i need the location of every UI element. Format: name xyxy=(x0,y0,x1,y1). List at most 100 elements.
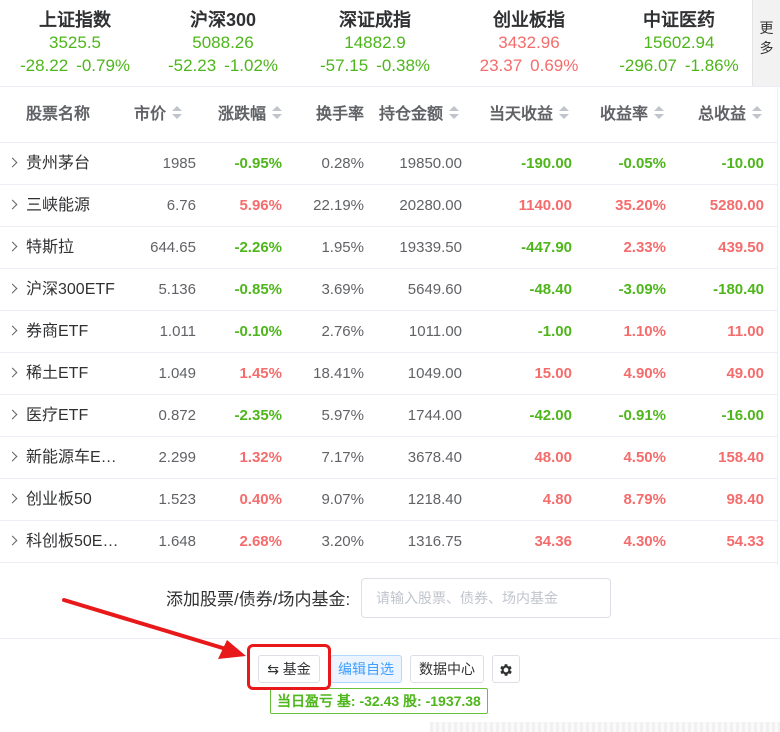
cell-turnover: 0.28% xyxy=(321,155,364,172)
sort-icon[interactable] xyxy=(559,105,570,121)
table-row[interactable]: 医疗ETF 0.872 -2.35% 5.97% 1744.00 -42.00 -0.91%… xyxy=(0,395,778,437)
header-holding[interactable]: 持仓金额 xyxy=(379,87,460,143)
header-change[interactable]: 涨跌幅 xyxy=(218,87,283,143)
table-row[interactable]: 创业板50 1.523 0.40% 9.07% 1218.40 4.80 8.79% 98.4… xyxy=(0,479,778,521)
cell-rate: 4.90% xyxy=(623,365,666,382)
cell-turnover: 2.76% xyxy=(321,323,364,340)
index-card-2[interactable]: 深证成指 14882.9 -57.15 -0.38% xyxy=(300,8,450,78)
cell-name: 特斯拉 xyxy=(26,239,75,256)
sort-icon[interactable] xyxy=(752,105,763,121)
cell-change: 0.40% xyxy=(239,491,282,508)
cell-name: 科创板50E… xyxy=(26,533,119,550)
add-stock-input[interactable] xyxy=(361,578,611,618)
cell-change: -0.10% xyxy=(234,323,282,340)
cell-total: 49.00 xyxy=(726,365,764,382)
sort-icon[interactable] xyxy=(449,105,460,121)
cell-name: 沪深300ETF xyxy=(26,281,115,298)
index-name: 创业板指 xyxy=(493,10,565,30)
header-price[interactable]: 市价 xyxy=(134,87,183,143)
settings-button[interactable] xyxy=(492,655,520,683)
sort-icon[interactable] xyxy=(654,105,665,121)
cell-name: 三峡能源 xyxy=(26,197,91,214)
cell-today: 34.36 xyxy=(534,533,572,550)
chevron-right-icon[interactable] xyxy=(7,325,18,336)
cell-holding: 20280.00 xyxy=(399,197,462,214)
table-row[interactable]: 新能源车E… 2.299 1.32% 7.17% 3678.40 48.00 4.50% 15… xyxy=(0,437,778,479)
table-row[interactable]: 沪深300ETF 5.136 -0.85% 3.69% 5649.60 -48.40 -3.… xyxy=(0,269,778,311)
header-name: 股票名称 xyxy=(26,106,91,123)
table-row[interactable]: 贵州茅台 1985 -0.95% 0.28% 19850.00 -190.00 -0.05%… xyxy=(0,143,778,185)
index-card-3[interactable]: 创业板指 3432.96 23.37 0.69% xyxy=(454,8,604,78)
cell-name: 券商ETF xyxy=(26,323,89,340)
sort-icon[interactable] xyxy=(172,105,183,121)
cell-price: 1.523 xyxy=(158,491,196,508)
add-stock-area: 添加股票/债券/场内基金: xyxy=(0,566,778,638)
chevron-right-icon[interactable] xyxy=(7,199,18,210)
edit-watchlist-button[interactable]: 编辑自选 xyxy=(330,655,402,683)
cell-total: 54.33 xyxy=(726,533,764,550)
cell-change: 1.32% xyxy=(239,449,282,466)
cell-total: 98.40 xyxy=(726,491,764,508)
cell-holding: 1049.00 xyxy=(407,365,462,382)
index-change: -52.23 -1.02% xyxy=(167,56,279,75)
chevron-right-icon[interactable] xyxy=(7,409,18,420)
header-today[interactable]: 当天收益 xyxy=(489,87,570,143)
header-rate[interactable]: 收益率 xyxy=(600,87,665,143)
index-card-1[interactable]: 沪深300 5088.26 -52.23 -1.02% xyxy=(148,8,298,78)
cell-total: -180.40 xyxy=(713,281,764,298)
cell-rate: 2.33% xyxy=(623,239,666,256)
cell-name: 创业板50 xyxy=(26,491,92,508)
cell-turnover: 7.17% xyxy=(321,449,364,466)
table-row[interactable]: 科创板50E… 1.648 2.68% 3.20% 1316.75 34.36 4.30% 5… xyxy=(0,521,778,563)
header-turnover: 换手率 xyxy=(316,106,365,123)
cell-rate: -0.05% xyxy=(618,155,666,172)
chevron-right-icon[interactable] xyxy=(7,451,18,462)
table-header: 股票名称 市价 涨跌幅 换手率 持仓金额 当天收益 收益率 总收益 xyxy=(0,87,778,143)
chevron-right-icon[interactable] xyxy=(7,493,18,504)
cell-holding: 1011.00 xyxy=(408,323,462,340)
cell-name: 稀土ETF xyxy=(26,365,89,382)
switch-fund-button[interactable]: ⇆ 基金 xyxy=(258,655,320,683)
more-button[interactable]: 更多 xyxy=(752,0,780,86)
cell-name: 贵州茅台 xyxy=(26,155,91,172)
cell-rate: 35.20% xyxy=(615,197,666,214)
table-row[interactable]: 券商ETF 1.011 -0.10% 2.76% 1011.00 -1.00 1.10% 11… xyxy=(0,311,778,353)
chevron-right-icon[interactable] xyxy=(7,157,18,168)
cell-today: -190.00 xyxy=(521,155,572,172)
cell-price: 0.872 xyxy=(158,407,196,424)
index-price: 3432.96 xyxy=(498,33,560,52)
cell-rate: -3.09% xyxy=(618,281,666,298)
table-row[interactable]: 三峡能源 6.76 5.96% 22.19% 20280.00 1140.00 35.20%… xyxy=(0,185,778,227)
cell-price: 644.65 xyxy=(150,239,196,256)
cell-change: -2.35% xyxy=(234,407,282,424)
table-row[interactable]: 稀土ETF 1.049 1.45% 18.41% 1049.00 15.00 4.90% 49… xyxy=(0,353,778,395)
index-card-4[interactable]: 中证医药 15602.94 -296.07 -1.86% xyxy=(604,8,754,78)
cell-price: 5.136 xyxy=(158,281,196,298)
index-strip: 上证指数 3525.5 -28.22 -0.79% 沪深300 5088.26 -… xyxy=(0,0,752,86)
cell-today: -447.90 xyxy=(521,239,572,256)
chevron-right-icon[interactable] xyxy=(7,241,18,252)
cell-today: -48.40 xyxy=(529,281,572,298)
index-change: -57.15 -0.38% xyxy=(319,56,431,75)
header-total[interactable]: 总收益 xyxy=(698,87,763,143)
cell-price: 1.011 xyxy=(159,323,196,340)
cell-rate: 4.50% xyxy=(623,449,666,466)
divider xyxy=(0,638,780,639)
cell-rate: 4.30% xyxy=(623,533,666,550)
chevron-right-icon[interactable] xyxy=(7,367,18,378)
sort-icon[interactable] xyxy=(272,105,283,121)
index-name: 上证指数 xyxy=(39,10,111,30)
chevron-right-icon[interactable] xyxy=(7,283,18,294)
chevron-right-icon[interactable] xyxy=(7,535,18,546)
table-row[interactable]: 特斯拉 644.65 -2.26% 1.95% 19339.50 -447.90 2.33%… xyxy=(0,227,778,269)
cell-holding: 19339.50 xyxy=(399,239,462,256)
cell-turnover: 3.69% xyxy=(321,281,364,298)
index-card-0[interactable]: 上证指数 3525.5 -28.22 -0.79% xyxy=(0,8,150,78)
cell-price: 2.299 xyxy=(158,449,196,466)
cell-name: 新能源车E… xyxy=(26,449,117,466)
index-price: 5088.26 xyxy=(192,33,254,52)
cell-today: 15.00 xyxy=(534,365,572,382)
data-center-button[interactable]: 数据中心 xyxy=(410,655,484,683)
index-price: 3525.5 xyxy=(49,33,101,52)
cell-total: 158.40 xyxy=(718,449,764,466)
